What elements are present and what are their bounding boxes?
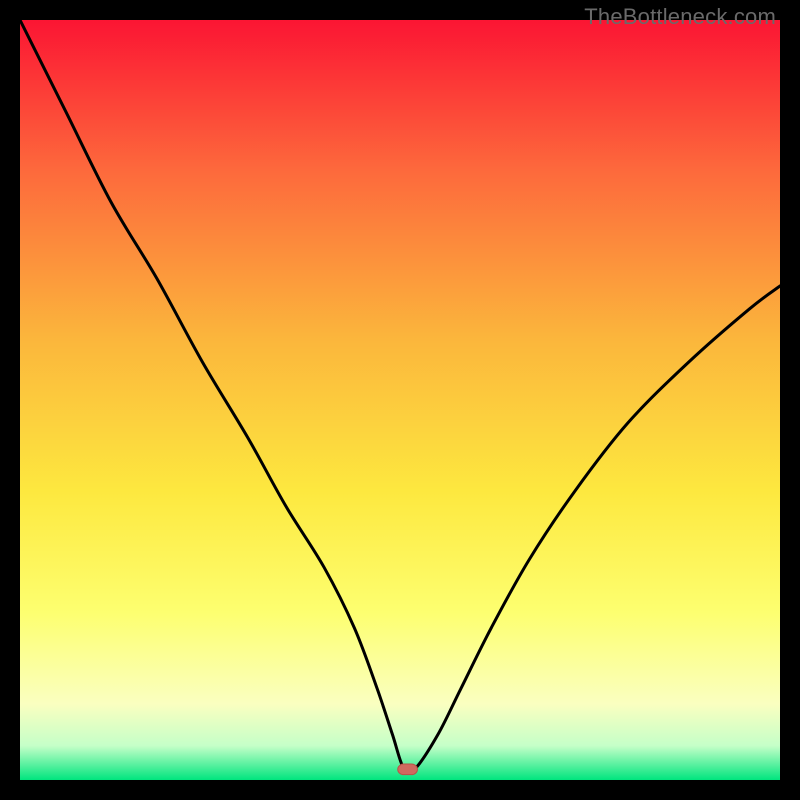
chart-svg — [20, 20, 780, 780]
gradient-background — [20, 20, 780, 780]
optimal-point-marker — [398, 764, 418, 775]
chart-frame — [20, 20, 780, 780]
watermark-text: TheBottleneck.com — [584, 4, 776, 30]
